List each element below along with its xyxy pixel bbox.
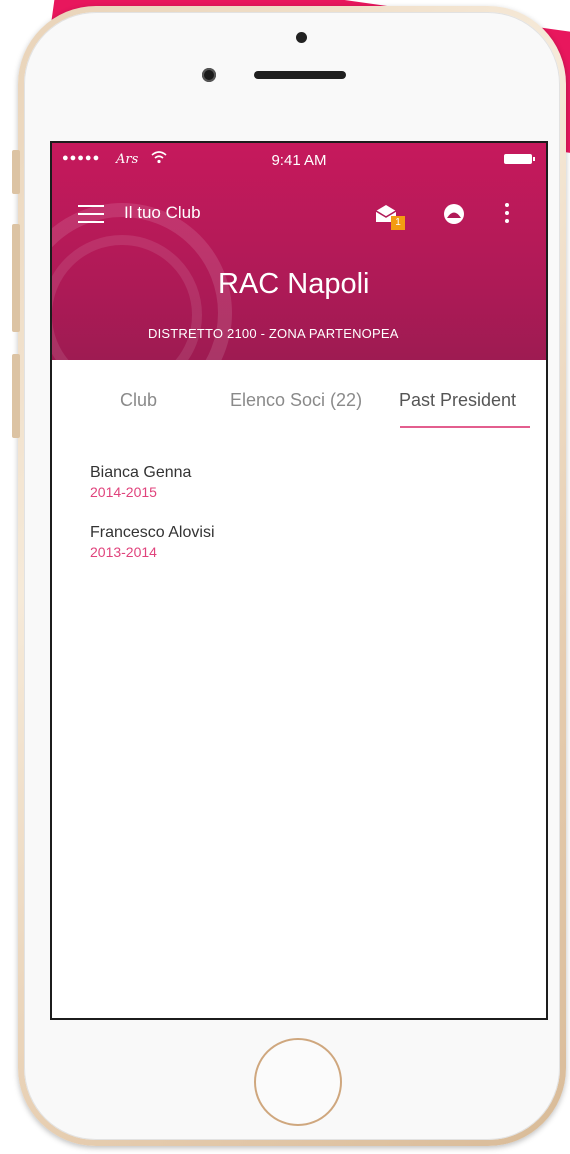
club-district: DISTRETTO 2100 - ZONA PARTENOPEA bbox=[148, 326, 399, 341]
active-tab-indicator bbox=[400, 426, 530, 428]
tab-club[interactable]: Club bbox=[120, 390, 157, 411]
battery-icon bbox=[504, 154, 535, 164]
front-camera bbox=[202, 68, 216, 82]
home-button[interactable] bbox=[254, 1038, 342, 1126]
notification-badge: 1 bbox=[391, 216, 405, 230]
club-name: RAC Napoli bbox=[218, 268, 370, 300]
list-item[interactable]: Bianca Genna 2014-2015 bbox=[90, 463, 215, 501]
status-time: 9:41 AM bbox=[271, 152, 327, 169]
past-president-list: Bianca Genna 2014-2015 Francesco Alovisi… bbox=[90, 463, 215, 583]
tab-bar: Club Elenco Soci (22) Past President bbox=[52, 390, 546, 430]
tab-past-president[interactable]: Past President bbox=[399, 390, 516, 411]
mute-switch bbox=[12, 150, 20, 194]
president-name: Bianca Genna bbox=[90, 464, 192, 481]
president-years: 2014-2015 bbox=[90, 484, 157, 500]
app-screen: ●●●●● Ars 9:41 AM Il tuo Club 1 RAC Napo… bbox=[52, 143, 546, 1018]
proximity-sensor bbox=[296, 32, 307, 43]
president-years: 2013-2014 bbox=[90, 544, 157, 560]
phone-screen: ●●●●● Ars 9:41 AM Il tuo Club 1 RAC Napo… bbox=[50, 141, 548, 1020]
status-bar: ●●●●● Ars 9:41 AM bbox=[52, 143, 546, 177]
volume-down-button bbox=[12, 354, 20, 438]
club-header: ●●●●● Ars 9:41 AM Il tuo Club 1 RAC Napo… bbox=[52, 143, 546, 360]
more-vert-icon[interactable] bbox=[504, 203, 510, 227]
president-name: Francesco Alovisi bbox=[90, 524, 215, 541]
profile-icon[interactable] bbox=[443, 203, 465, 225]
tab-elenco-soci[interactable]: Elenco Soci (22) bbox=[230, 390, 362, 411]
app-toolbar: Il tuo Club 1 bbox=[52, 189, 546, 239]
list-item[interactable]: Francesco Alovisi 2013-2014 bbox=[90, 523, 215, 561]
earpiece-speaker bbox=[254, 71, 346, 79]
toolbar-title: Il tuo Club bbox=[124, 203, 201, 222]
menu-icon[interactable] bbox=[78, 205, 104, 223]
volume-up-button bbox=[12, 224, 20, 332]
